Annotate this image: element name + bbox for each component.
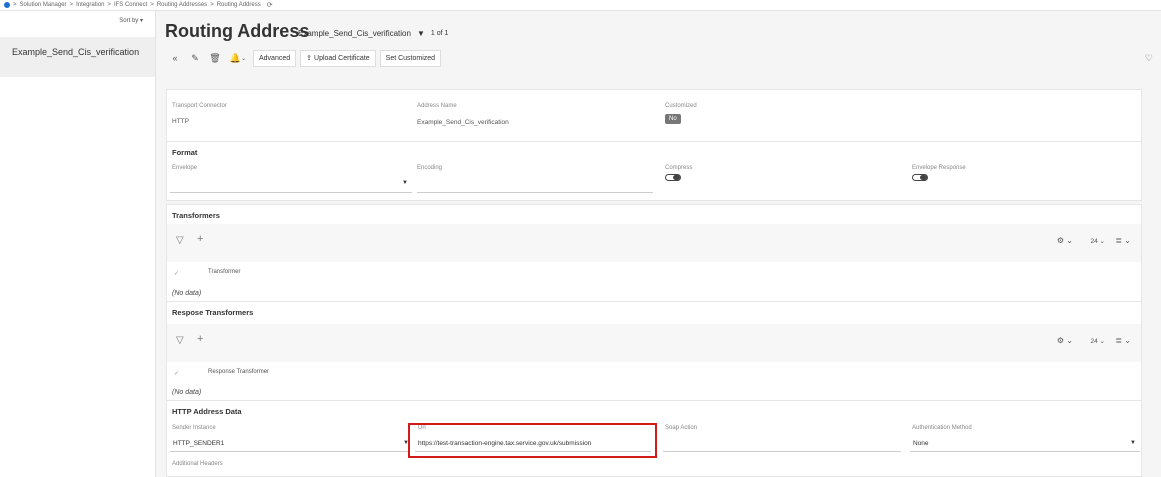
chevron-down-icon: ▾: [139, 18, 143, 24]
sort-by-dropdown[interactable]: Sort by ▾: [119, 17, 143, 24]
caret-down-icon[interactable]: ▼: [417, 29, 425, 38]
sender-instance-label: Sender Instance: [172, 425, 216, 431]
encoding-input[interactable]: [417, 175, 653, 193]
response-transformers-panel: Respose Transformers ▽ + ⚙ ⌄ 24 ⌄ ≣ ⌄ ✓ …: [166, 301, 1142, 401]
sender-instance-select[interactable]: HTTP_SENDER1 ▼: [170, 435, 410, 452]
http-address-title: HTTP Address Data: [172, 407, 242, 416]
response-transformers-empty-text: (No data): [172, 389, 202, 396]
page-size-value: 24: [1090, 238, 1098, 245]
page-title: Routing Address: [165, 21, 310, 41]
transport-connector-label: Transport Connector: [172, 103, 227, 109]
settings-icon[interactable]: ⚙ ⌄: [1057, 236, 1073, 245]
customized-label: Customized: [665, 103, 697, 109]
add-icon[interactable]: +: [197, 233, 203, 245]
transport-connector-value: HTTP: [172, 118, 189, 125]
sender-instance-value: HTTP_SENDER1: [173, 440, 225, 447]
envelope-select[interactable]: ▼: [170, 175, 412, 193]
envelope-response-label: Envelope Response: [912, 165, 966, 171]
pencil-icon[interactable]: ✎: [187, 50, 203, 66]
breadcrumb-sep: >: [150, 2, 154, 8]
list-view-icon[interactable]: ≣ ⌄: [1115, 336, 1131, 345]
select-all-checkbox[interactable]: ✓: [174, 370, 179, 377]
refresh-icon[interactable]: ⟳: [267, 1, 273, 9]
record-count: 1 of 1: [430, 30, 449, 37]
add-icon[interactable]: +: [197, 333, 203, 345]
caret-down-icon: ▼: [402, 180, 408, 186]
sort-by-label: Sort by: [119, 18, 139, 24]
sidebar-item-example-send-cis-verification[interactable]: Example_Send_Cis_verification: [0, 37, 155, 77]
encoding-label: Encoding: [417, 165, 443, 171]
upload-icon: ⇪: [306, 55, 313, 62]
additional-headers-label: Additional Headers: [172, 461, 223, 467]
trash-icon[interactable]: 🗑: [207, 50, 223, 66]
soap-action-label: Soap Action: [665, 425, 698, 431]
list-view-icon[interactable]: ≣ ⌄: [1115, 236, 1131, 245]
http-address-panel: HTTP Address Data Sender Instance HTTP_S…: [166, 400, 1142, 477]
compress-toggle[interactable]: [665, 174, 681, 181]
home-icon[interactable]: [4, 2, 10, 8]
transformers-grid-toolbar: ▽ + ⚙ ⌄ 24 ⌄ ≣ ⌄: [167, 224, 1141, 262]
soap-action-input[interactable]: [663, 435, 901, 452]
toolbar: « ✎ 🗑 🔔 ⌄ Advanced ⇪ Upload Certificate Se…: [167, 49, 442, 67]
envelope-label: Envelope: [172, 165, 198, 171]
breadcrumb-sep: >: [107, 2, 111, 8]
settings-icon[interactable]: ⚙ ⌄: [1057, 336, 1073, 345]
breadcrumb-item-ifs-connect[interactable]: IFS Connect: [114, 2, 147, 8]
general-panel: Transport Connector HTTP Address Name Ex…: [166, 89, 1142, 145]
collapse-icon[interactable]: «: [167, 50, 183, 66]
bell-icon[interactable]: 🔔 ⌄: [227, 50, 249, 66]
select-all-checkbox[interactable]: ✓: [174, 270, 179, 277]
caret-down-icon: ▼: [1130, 440, 1136, 446]
authentication-method-select[interactable]: None ▼: [910, 435, 1140, 452]
authentication-method-value: None: [913, 440, 929, 447]
breadcrumb-item-routing-address: Routing Address: [216, 2, 261, 8]
breadcrumb: > Solution Manager > Integration > IFS C…: [0, 0, 1161, 11]
upload-certificate-label: Upload Certificate: [314, 54, 370, 62]
sidebar: Sort by ▾ Example_Send_Cis_verification: [0, 11, 156, 477]
transformers-title: Transformers: [172, 211, 220, 220]
compress-label: Compress: [665, 165, 693, 171]
favorite-heart-icon[interactable]: ♡: [1145, 53, 1153, 64]
advanced-button[interactable]: Advanced: [253, 49, 297, 67]
record-selector[interactable]: Example_Send_Cis_verification ▼ 1 of 1: [298, 29, 448, 38]
format-title: Format: [172, 148, 198, 157]
filter-icon[interactable]: ▽: [176, 235, 184, 246]
breadcrumb-item-solution-manager[interactable]: Solution Manager: [20, 2, 67, 8]
transformers-empty-text: (No data): [172, 290, 202, 297]
envelope-response-toggle[interactable]: [912, 174, 928, 181]
page-size-value: 24: [1090, 338, 1098, 345]
main-content: Routing Address Example_Send_Cis_verific…: [156, 11, 1161, 477]
format-panel: Format Envelope ▼ Encoding Compress Enve…: [166, 141, 1142, 201]
address-name-label: Address Name: [417, 103, 457, 109]
breadcrumb-sep: >: [69, 2, 74, 8]
filter-icon[interactable]: ▽: [176, 335, 184, 346]
breadcrumb-item-routing-addresses[interactable]: Routing Addresses: [157, 2, 207, 8]
upload-certificate-button[interactable]: ⇪ Upload Certificate: [300, 49, 376, 67]
breadcrumb-sep: >: [13, 2, 17, 8]
transformer-column-header[interactable]: Transformer: [208, 269, 240, 275]
page-size-select[interactable]: 24 ⌄: [1091, 337, 1106, 345]
customized-badge: No: [665, 114, 681, 124]
breadcrumb-item-integration[interactable]: Integration: [76, 2, 104, 8]
sidebar-item-label: Example_Send_Cis_verification: [12, 47, 140, 57]
record-name: Example_Send_Cis_verification: [298, 29, 411, 38]
address-name-value: Example_Send_Cis_verification: [417, 119, 509, 126]
url-highlight-box: [408, 423, 657, 458]
response-transformer-column-header[interactable]: Response Transformer: [208, 369, 269, 375]
response-transformers-title: Respose Transformers: [172, 308, 254, 317]
authentication-method-label: Authentication Method: [912, 425, 972, 431]
set-customized-button[interactable]: Set Customized: [379, 49, 442, 67]
transformers-panel: Transformers ▽ + ⚙ ⌄ 24 ⌄ ≣ ⌄ ✓ Transfor…: [166, 204, 1142, 306]
page-size-select[interactable]: 24 ⌄: [1091, 237, 1106, 245]
response-transformers-grid-toolbar: ▽ + ⚙ ⌄ 24 ⌄ ≣ ⌄: [167, 324, 1141, 362]
breadcrumb-sep: >: [210, 2, 214, 8]
